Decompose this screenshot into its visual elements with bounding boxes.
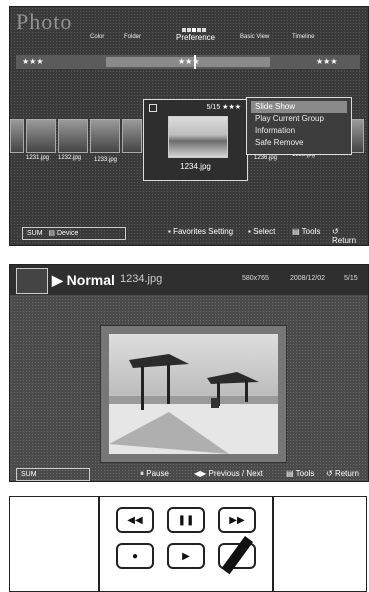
menu-item-safe-remove[interactable]: Safe Remove	[251, 137, 347, 149]
thumb-label: 1232.jpg	[58, 155, 82, 161]
return-hint[interactable]: ↺ Return	[332, 227, 364, 245]
context-menu: Slide Show Play Current Group Informatio…	[246, 97, 352, 155]
photo-meta: 5/15 ★★★	[207, 103, 241, 111]
slideshow-filename: 1234.jpg	[120, 273, 163, 285]
play-button[interactable]: ▶	[167, 543, 205, 569]
favorites-hint[interactable]: ▪ Favorites Setting	[168, 227, 233, 236]
pause-button[interactable]: ❚❚	[167, 507, 205, 533]
return-icon: ↺	[332, 227, 339, 236]
thumbnail[interactable]	[350, 119, 364, 153]
tab-folder[interactable]: Folder	[124, 34, 141, 40]
thumb-label: 1233.jpg	[94, 157, 118, 163]
slideshow-mode: ▶ Normal	[52, 272, 115, 288]
rewind-button[interactable]: ◀◀	[116, 507, 154, 533]
thumbnail[interactable]	[122, 119, 142, 153]
slideshow-footer: SUM ⏸ Pause ◀▶ Previous / Next ▤ Tools ↺…	[10, 468, 368, 481]
view-tabs: Color Folder Preference Basic View Timel…	[90, 33, 360, 46]
rating-mid: ★★★	[178, 57, 200, 66]
prev-next-hint[interactable]: ◀▶ Previous / Next	[194, 469, 263, 478]
focused-photo-thumbnail	[168, 116, 228, 158]
rating-right: ★★★	[316, 57, 338, 66]
photo-app-icon	[16, 268, 48, 294]
photo-browser-footer: SUM ▤ Device ▪ Favorites Setting ▪ Selec…	[16, 225, 364, 245]
tab-color[interactable]: Color	[90, 34, 104, 40]
tools-icon: ▤	[292, 227, 300, 236]
rating-left: ★★★	[22, 57, 44, 66]
remote-control-illustration: ◀◀ ❚❚ ▶▶ ● ▶ ■	[9, 496, 367, 592]
slideshow-header: ▶ Normal 1234.jpg 580x765 2008/12/02 5/1…	[10, 265, 368, 295]
device-label: Device	[56, 230, 79, 237]
fast-forward-button[interactable]: ▶▶	[218, 507, 256, 533]
thumbnail[interactable]	[90, 119, 120, 153]
slideshow-photo	[100, 325, 287, 463]
beach-photo-image	[109, 334, 278, 454]
slideshow-resolution: 580x765	[242, 275, 269, 282]
return-icon: ↺	[326, 469, 333, 478]
tab-basic-view[interactable]: Basic View	[240, 34, 269, 40]
tab-preference[interactable]: Preference	[176, 33, 215, 42]
rating-sort-bar[interactable]: ★★★ ★★★ ★★★	[16, 55, 360, 69]
return-hint[interactable]: ↺ Return	[326, 469, 359, 478]
thumbnail[interactable]	[26, 119, 56, 153]
tools-hint[interactable]: ▤ Tools	[292, 227, 320, 236]
thumbnail[interactable]	[58, 119, 88, 153]
device-selector[interactable]: SUM	[16, 468, 90, 481]
tools-hint[interactable]: ▤ Tools	[286, 469, 314, 478]
record-button[interactable]: ●	[116, 543, 154, 569]
select-checkbox[interactable]	[149, 104, 157, 112]
page-indicator	[182, 19, 210, 32]
select-hint[interactable]: ▪ Select	[248, 227, 275, 236]
focused-photo-filename: 1234.jpg	[180, 162, 211, 171]
arrows-icon: ◀▶	[194, 469, 207, 478]
pause-icon: ⏸	[140, 469, 144, 478]
sum-badge: SUM	[21, 471, 37, 478]
scroll-marker	[194, 55, 196, 69]
photo-browser-screen: Photo Color Folder Preference Basic View…	[9, 6, 369, 246]
sum-badge: SUM	[27, 230, 43, 237]
menu-item-slide-show[interactable]: Slide Show	[251, 101, 347, 113]
thumb-label: 1236.jpg	[254, 155, 278, 161]
thumbnail[interactable]	[10, 119, 24, 153]
slideshow-date: 2008/12/02	[290, 275, 326, 282]
photo-counter: 5/15	[206, 104, 221, 111]
rating-scrollbar[interactable]: ★★★	[106, 55, 270, 69]
tools-icon: ▤	[286, 469, 294, 478]
menu-item-play-current-group[interactable]: Play Current Group	[251, 113, 347, 125]
photo-rating: ★★★	[222, 104, 241, 111]
pause-hint[interactable]: ⏸ Pause	[140, 469, 169, 479]
photo-title: Photo	[16, 9, 73, 34]
thumb-label: 1231.jpg	[26, 155, 50, 161]
device-selector[interactable]: SUM ▤ Device	[22, 227, 126, 240]
focused-photo-card[interactable]: 5/15 ★★★ 1234.jpg	[143, 99, 248, 181]
tab-timeline[interactable]: Timeline	[292, 34, 314, 40]
menu-item-information[interactable]: Information	[251, 125, 347, 137]
slideshow-screen: ▶ Normal 1234.jpg 580x765 2008/12/02 5/1…	[9, 264, 369, 482]
slideshow-counter: 5/15	[344, 275, 358, 282]
